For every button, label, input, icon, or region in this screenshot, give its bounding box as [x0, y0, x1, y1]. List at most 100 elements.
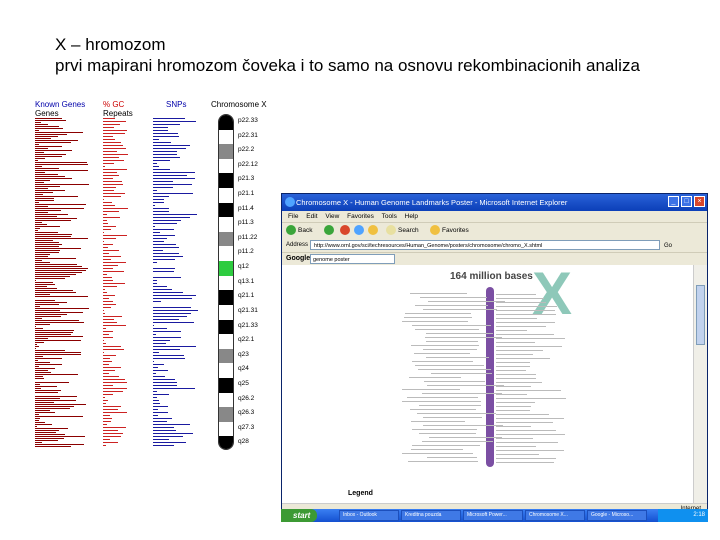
annotation-line — [404, 317, 472, 318]
track-bar — [153, 163, 157, 164]
track-bar — [35, 178, 72, 179]
annotation-line — [496, 458, 556, 459]
home-button[interactable] — [368, 223, 380, 239]
track-bar — [35, 314, 67, 315]
annotation-line — [415, 365, 484, 366]
track-bar — [103, 148, 126, 149]
menu-help[interactable]: Help — [405, 213, 418, 220]
band-label: q28 — [238, 438, 249, 446]
genes-header: Genes — [35, 109, 59, 118]
menu-favorites[interactable]: Favorites — [347, 213, 374, 220]
task-item[interactable]: Chromosome X... — [525, 510, 585, 521]
menu-view[interactable]: View — [325, 213, 339, 220]
track-bar — [153, 391, 157, 392]
annotation-line — [423, 309, 497, 310]
track-bar — [35, 208, 84, 209]
annotation-line — [419, 433, 476, 434]
annotation-line — [496, 446, 536, 447]
vertical-scrollbar[interactable] — [693, 265, 707, 503]
address-input[interactable]: http://www.ornl.gov/sci/techresources/Hu… — [310, 240, 660, 250]
scrollbar-thumb[interactable] — [696, 285, 705, 345]
search-button[interactable]: Search — [386, 223, 419, 239]
go-button[interactable]: Go — [664, 240, 672, 252]
track-bar — [35, 122, 41, 123]
track-bar — [103, 394, 113, 395]
menu-tools[interactable]: Tools — [382, 213, 397, 220]
legend-label[interactable]: Legend — [348, 490, 373, 497]
system-tray-clock: 2:18 — [658, 509, 708, 522]
search-label: Search — [398, 227, 419, 234]
start-button[interactable]: start — [281, 509, 317, 522]
stop-icon — [340, 225, 350, 236]
annotation-line — [496, 406, 531, 407]
back-button[interactable]: Back — [286, 223, 312, 239]
annotation-line — [496, 386, 531, 387]
track-bar — [35, 304, 59, 305]
browser-window[interactable]: Chromosome X - Human Genome Landmarks Po… — [281, 193, 708, 522]
track-bar — [35, 192, 53, 193]
track-bar — [153, 400, 159, 401]
snps-header: SNPs — [166, 100, 187, 109]
track-bar — [103, 424, 107, 425]
track-bar — [35, 410, 50, 411]
google-search-input[interactable]: genome poster — [310, 254, 395, 264]
annotation-line — [496, 366, 530, 367]
band-label: q12 — [238, 263, 249, 271]
annotation-line — [496, 390, 561, 391]
task-item[interactable]: Microsoft Power... — [463, 510, 523, 521]
task-item[interactable]: Google - Microso... — [587, 510, 647, 521]
track-bar — [103, 334, 109, 335]
track-bar — [35, 164, 88, 165]
track-bar — [103, 166, 105, 167]
track-bar — [35, 146, 62, 147]
track-bar — [103, 385, 113, 386]
track-bar — [103, 307, 111, 308]
track-bar — [35, 266, 82, 267]
track-bar — [35, 196, 78, 197]
track-bar — [153, 424, 190, 425]
track-bar — [35, 374, 78, 375]
menu-file[interactable]: File — [288, 213, 298, 220]
minimize-button[interactable]: _ — [668, 196, 679, 207]
maximize-button[interactable]: □ — [681, 196, 692, 207]
track-bar — [153, 268, 175, 269]
window-titlebar[interactable]: Chromosome X - Human Genome Landmarks Po… — [282, 194, 707, 211]
task-item[interactable]: Inbox - Outlook — [339, 510, 399, 521]
menu-edit[interactable]: Edit — [306, 213, 317, 220]
track-bar — [103, 364, 109, 365]
track-bar — [153, 433, 193, 434]
band-label: p21.1 — [238, 190, 255, 198]
task-item[interactable]: Kreditna pouzda — [401, 510, 461, 521]
track-bar — [103, 220, 107, 221]
track-bar — [103, 355, 116, 356]
track-bar — [35, 216, 57, 217]
annotation-line — [427, 385, 504, 386]
track-bar — [153, 262, 157, 263]
track-bar — [103, 349, 124, 350]
track-bar — [153, 148, 186, 149]
track-bar — [153, 196, 169, 197]
stop-button[interactable] — [340, 223, 352, 239]
track-bar — [35, 228, 40, 229]
track-bar — [103, 421, 111, 422]
track-bar — [153, 226, 155, 227]
track-bar — [103, 238, 116, 239]
refresh-button[interactable] — [354, 223, 366, 239]
track-bar — [35, 354, 81, 355]
chromosome-ideogram — [218, 114, 234, 450]
track-bar — [103, 259, 111, 260]
band-label: q21.33 — [238, 321, 258, 329]
track-bar — [35, 290, 73, 291]
forward-button[interactable] — [324, 223, 336, 239]
close-button[interactable]: × — [694, 196, 705, 207]
address-bar: Address http://www.ornl.gov/sci/techreso… — [282, 239, 707, 251]
track-bar — [103, 211, 119, 212]
track-bar — [103, 163, 114, 164]
track-bar — [103, 118, 115, 119]
chromosome-band — [219, 319, 233, 335]
track-bar — [35, 260, 42, 261]
track-bar — [153, 145, 190, 146]
favorites-button[interactable]: Favorites — [430, 223, 469, 239]
track-bar — [103, 316, 122, 317]
track-bar — [153, 412, 168, 413]
